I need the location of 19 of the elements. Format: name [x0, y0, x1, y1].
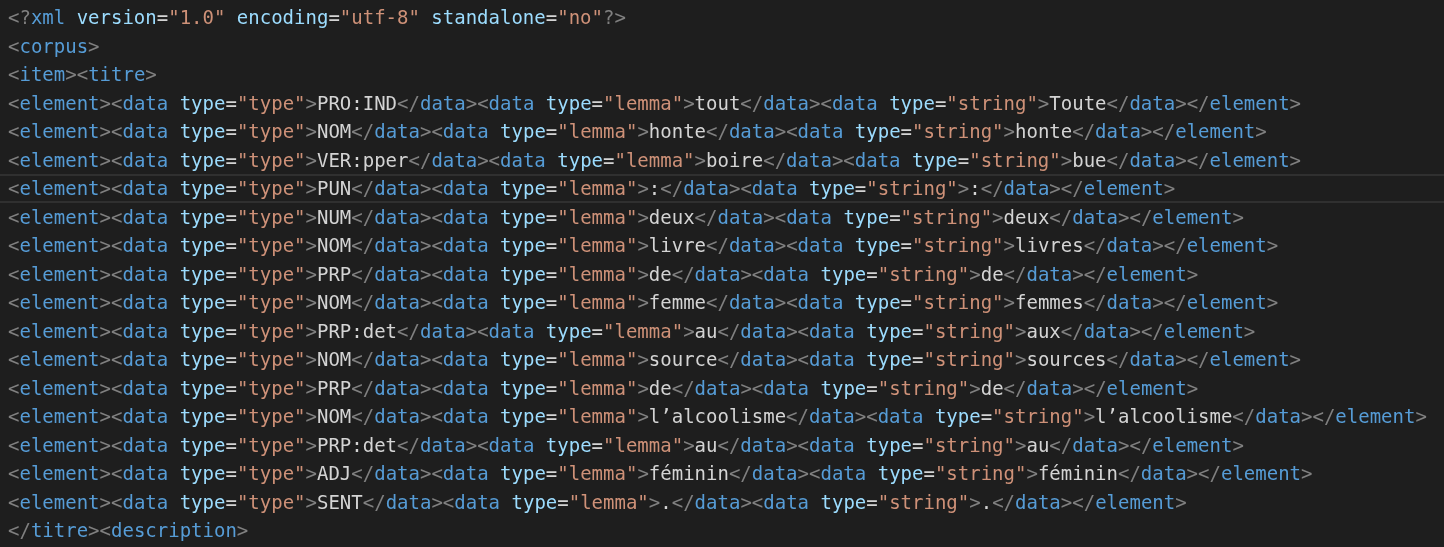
code-line: <element><data type="type">VER:pper</data><data type="lemma">boire</data><data type="string">bue</data></element> [7, 147, 1303, 173]
code-line: <element><data type="type">NOM</data><data type="lemma">source</data><data type="string">sources</data></element> [7, 347, 1303, 373]
code-line: <item><titre> [7, 62, 158, 88]
code-line: <element><data type="type">NOM</data><data type="lemma">femme</data><data type="string">femmes</data></element> [7, 290, 1280, 316]
code-line: <element><data type="type">PUN</data><data type="lemma">:</data><data type="string">:</data></element> [0, 174, 1444, 203]
code-line: <element><data type="type">PRP</data><data type="lemma">de</data><data type="string">de</data></element> [7, 375, 1200, 401]
code-line: <element><data type="type">PRP:det</data><data type="lemma">au</data><data type="string">aux</data></element> [7, 318, 1257, 344]
code-line: <element><data type="type">ADJ</data><data type="lemma">féminin</data><data type="string">féminin</data></element> [7, 461, 1314, 487]
code-line: </titre><description> [7, 518, 250, 544]
code-line: <element><data type="type">NOM</data><data type="lemma">l’alcoolisme</data><data type="string">l’alcoolisme</data></element> [7, 404, 1428, 430]
code-line: <element><data type="type">PRP</data><data type="lemma">de</data><data type="string">de</data></element> [7, 261, 1200, 287]
code-line: <element><data type="type">PRP:det</data><data type="lemma">au</data><data type="string">au</data></element> [7, 432, 1245, 458]
code-line: <element><data type="type">NOM</data><data type="lemma">livre</data><data type="string">livres</data></element> [7, 233, 1280, 259]
code-line: <corpus> [7, 33, 101, 59]
code-line: <element><data type="type">PRO:IND</data><data type="lemma">tout</data><data type="string">Toute</data></element> [7, 90, 1303, 116]
code-line: <element><data type="type">NOM</data><data type="lemma">honte</data><data type="string">honte</data></element> [7, 119, 1268, 145]
code-line: <element><data type="type">SENT</data><data type="lemma">.</data><data type="string">.</data></element> [7, 489, 1188, 515]
code-line: <element><data type="type">NUM</data><data type="lemma">deux</data><data type="string">deux</data></element> [7, 204, 1245, 230]
code-line: <?xml version="1.0" encoding="utf-8" standalone="no"?> [7, 5, 627, 31]
